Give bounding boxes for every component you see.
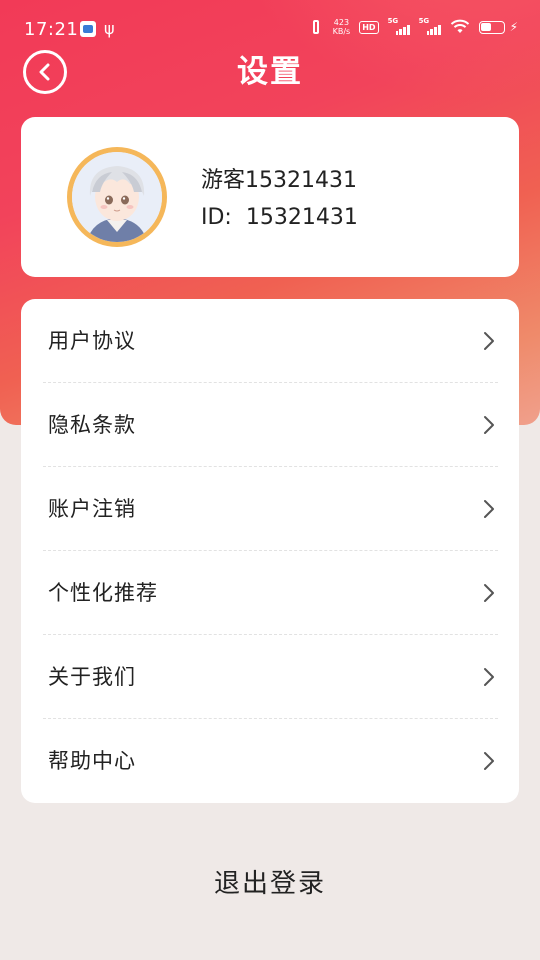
hd-badge: HD [359,20,379,34]
logout-button[interactable]: 退出登录 [0,860,540,908]
menu-item-label: 账户注销 [48,497,136,521]
chevron-left-icon [39,63,50,81]
sim2-network-label: 5G [418,17,430,25]
charging-icon: ⚡ [509,20,518,34]
signal-sim1-icon: 5G [387,17,410,35]
menu-item-personalized-recommendations[interactable]: 个性化推荐 [21,551,519,635]
network-speed-value: 423 [333,18,350,27]
menu-item-user-agreement[interactable]: 用户协议 [21,299,519,383]
user-id-label: ID: [201,205,232,230]
menu-item-label: 个性化推荐 [48,581,158,605]
user-id: ID: 15321431 [201,205,358,230]
avatar-illustration [72,152,162,242]
wifi-icon [450,19,469,33]
network-speed: 423 KB/s [333,18,351,36]
sim1-network-label: 5G [387,17,399,25]
chevron-right-icon [484,584,494,602]
signal-sim2-icon: 5G [418,17,441,35]
status-notification-icons: ψ [80,21,115,37]
settings-menu: 用户协议 隐私条款 账户注销 个性化推荐 关于我们 帮助中心 [21,299,519,803]
status-time: 17:21 [24,19,79,40]
menu-item-label: 隐私条款 [48,413,136,437]
status-bar: 17:21 ψ 423 KB/s HD 5G 5G ⚡ [0,0,540,56]
network-speed-unit: KB/s [332,27,351,36]
chevron-right-icon [484,752,494,770]
menu-item-help-center[interactable]: 帮助中心 [21,719,519,803]
menu-item-about-us[interactable]: 关于我们 [21,635,519,719]
user-id-value: 15321431 [245,205,358,230]
chevron-right-icon [484,416,494,434]
user-name: 游客15321431 [201,168,357,193]
avatar [67,147,167,247]
chevron-right-icon [484,332,494,350]
battery-icon [478,20,505,34]
usb-icon: ψ [104,19,115,38]
page-title: 设置 [237,54,303,90]
chevron-right-icon [484,668,494,686]
menu-item-label: 帮助中心 [48,749,136,773]
profile-card: 游客15321431 ID: 15321431 [21,117,519,277]
app-notification-icon [80,21,96,37]
menu-item-account-deletion[interactable]: 账户注销 [21,467,519,551]
menu-item-label: 关于我们 [48,665,136,689]
vibrate-icon [308,19,324,35]
menu-item-privacy-terms[interactable]: 隐私条款 [21,383,519,467]
chevron-right-icon [484,500,494,518]
status-indicators: 423 KB/s HD 5G 5G ⚡ [308,17,518,36]
menu-item-label: 用户协议 [48,329,136,353]
back-button[interactable] [23,50,67,94]
